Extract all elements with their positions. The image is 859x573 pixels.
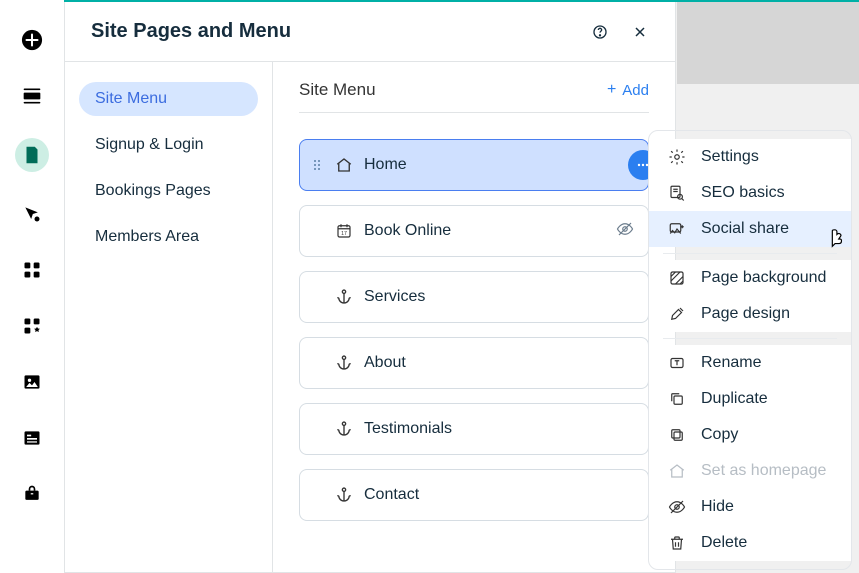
page-row-home[interactable]: Home (299, 139, 649, 191)
panel-main: Site Menu + Add Home 17 (273, 62, 675, 572)
page-row-label: Home (364, 156, 407, 174)
text-box-icon (667, 353, 687, 373)
menu-item-label: Hide (701, 498, 734, 516)
app-side-rail (0, 0, 64, 573)
copy-icon (667, 425, 687, 445)
menu-item-rename[interactable]: Rename (649, 345, 851, 381)
calendar-icon: 17 (334, 221, 354, 241)
menu-item-label: Settings (701, 148, 759, 166)
page-row-contact[interactable]: Contact (299, 469, 649, 521)
page-row-testimonials[interactable]: Testimonials (299, 403, 649, 455)
top-accent-bar (64, 0, 859, 2)
home-icon (334, 155, 354, 175)
anchor-icon (334, 353, 354, 373)
panel-header: Site Pages and Menu (65, 2, 675, 62)
nav-item-signup-login[interactable]: Signup & Login (79, 128, 258, 162)
pages-icon[interactable] (15, 138, 49, 172)
menu-item-page-design[interactable]: Page design (649, 296, 851, 332)
menu-item-label: Delete (701, 534, 747, 552)
panel-title: Site Pages and Menu (91, 20, 291, 43)
menu-item-copy[interactable]: Copy (649, 417, 851, 453)
nav-item-label: Members Area (95, 228, 199, 245)
page-canvas-gray-area (677, 2, 859, 84)
add-page-button[interactable]: + Add (607, 82, 649, 99)
page-row-label: Testimonials (364, 420, 452, 438)
drag-handle-icon[interactable] (314, 160, 326, 170)
page-row-label: Services (364, 288, 425, 306)
anchor-icon (334, 419, 354, 439)
apps-grid-icon[interactable] (18, 256, 46, 284)
anchor-icon (334, 287, 354, 307)
close-icon[interactable] (631, 23, 649, 41)
diag-icon (667, 268, 687, 288)
help-icon[interactable] (591, 23, 609, 41)
menu-item-seo-basics[interactable]: SEO basics (649, 175, 851, 211)
media-icon[interactable] (18, 368, 46, 396)
business-icon[interactable] (18, 480, 46, 508)
page-row-label: Book Online (364, 222, 451, 240)
search-doc-icon (667, 183, 687, 203)
anchor-icon (334, 485, 354, 505)
page-list: Home 17 Book Online Services (299, 139, 649, 521)
content-icon[interactable] (18, 424, 46, 452)
page-row-services[interactable]: Services (299, 271, 649, 323)
menu-item-label: Duplicate (701, 390, 768, 408)
menu-item-label: Set as homepage (701, 462, 826, 480)
plus-icon: + (607, 82, 616, 98)
menu-item-hide[interactable]: Hide (649, 489, 851, 525)
cursor-pointer-icon (825, 228, 847, 254)
menu-item-page-background[interactable]: Page background (649, 260, 851, 296)
section-icon[interactable] (18, 82, 46, 110)
menu-divider (663, 338, 837, 339)
nav-item-bookings-pages[interactable]: Bookings Pages (79, 174, 258, 208)
page-context-menu: Settings SEO basics Social share Page ba… (648, 130, 852, 570)
svg-text:17: 17 (341, 231, 347, 237)
menu-item-delete[interactable]: Delete (649, 525, 851, 561)
nav-item-label: Bookings Pages (95, 182, 211, 199)
eye-off-icon (667, 497, 687, 517)
menu-item-duplicate[interactable]: Duplicate (649, 381, 851, 417)
nav-item-label: Signup & Login (95, 136, 204, 153)
hidden-indicator-icon (616, 220, 634, 243)
page-row-label: Contact (364, 486, 419, 504)
nav-item-label: Site Menu (95, 90, 167, 107)
menu-item-label: Page background (701, 269, 826, 287)
menu-item-label: SEO basics (701, 184, 785, 202)
menu-item-label: Rename (701, 354, 761, 372)
menu-divider (663, 253, 837, 254)
add-icon[interactable] (18, 26, 46, 54)
nav-item-members-area[interactable]: Members Area (79, 220, 258, 254)
page-row-label: About (364, 354, 406, 372)
page-row-book-online[interactable]: 17 Book Online (299, 205, 649, 257)
design-icon[interactable] (18, 200, 46, 228)
duplicate-icon (667, 389, 687, 409)
page-row-about[interactable]: About (299, 337, 649, 389)
share-card-icon (667, 219, 687, 239)
panel-nav: Site Menu Signup & Login Bookings Pages … (65, 62, 273, 572)
pages-panel: Site Pages and Menu Site Menu Signup & L… (64, 2, 676, 573)
add-label: Add (622, 82, 649, 99)
menu-item-set-as-homepage: Set as homepage (649, 453, 851, 489)
gear-icon (667, 147, 687, 167)
home-small-icon (667, 461, 687, 481)
nav-item-site-menu[interactable]: Site Menu (79, 82, 258, 116)
menu-item-settings[interactable]: Settings (649, 139, 851, 175)
menu-item-social-share[interactable]: Social share (649, 211, 851, 247)
menu-item-label: Copy (701, 426, 738, 444)
menu-item-label: Page design (701, 305, 790, 323)
menu-title: Site Menu (299, 80, 376, 100)
brush-icon (667, 304, 687, 324)
trash-icon (667, 533, 687, 553)
menu-item-label: Social share (701, 220, 789, 238)
apps-gear-icon[interactable] (18, 312, 46, 340)
